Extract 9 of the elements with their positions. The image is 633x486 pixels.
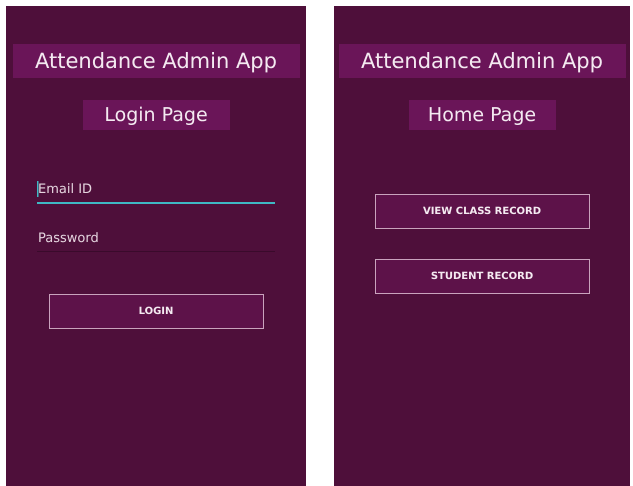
- input-field[interactable]: Password: [37, 226, 275, 252]
- app-title: Attendance Admin App: [338, 44, 626, 78]
- page-title: Home Page: [408, 100, 556, 130]
- action-button[interactable]: STUDENT RECORD: [374, 259, 590, 294]
- action-button[interactable]: LOGIN: [48, 294, 264, 329]
- input-field[interactable]: Email ID: [37, 178, 275, 204]
- app-title: Attendance Admin App: [12, 44, 300, 78]
- page-title: Login Page: [82, 100, 230, 130]
- action-button[interactable]: VIEW CLASS RECORD: [374, 194, 590, 229]
